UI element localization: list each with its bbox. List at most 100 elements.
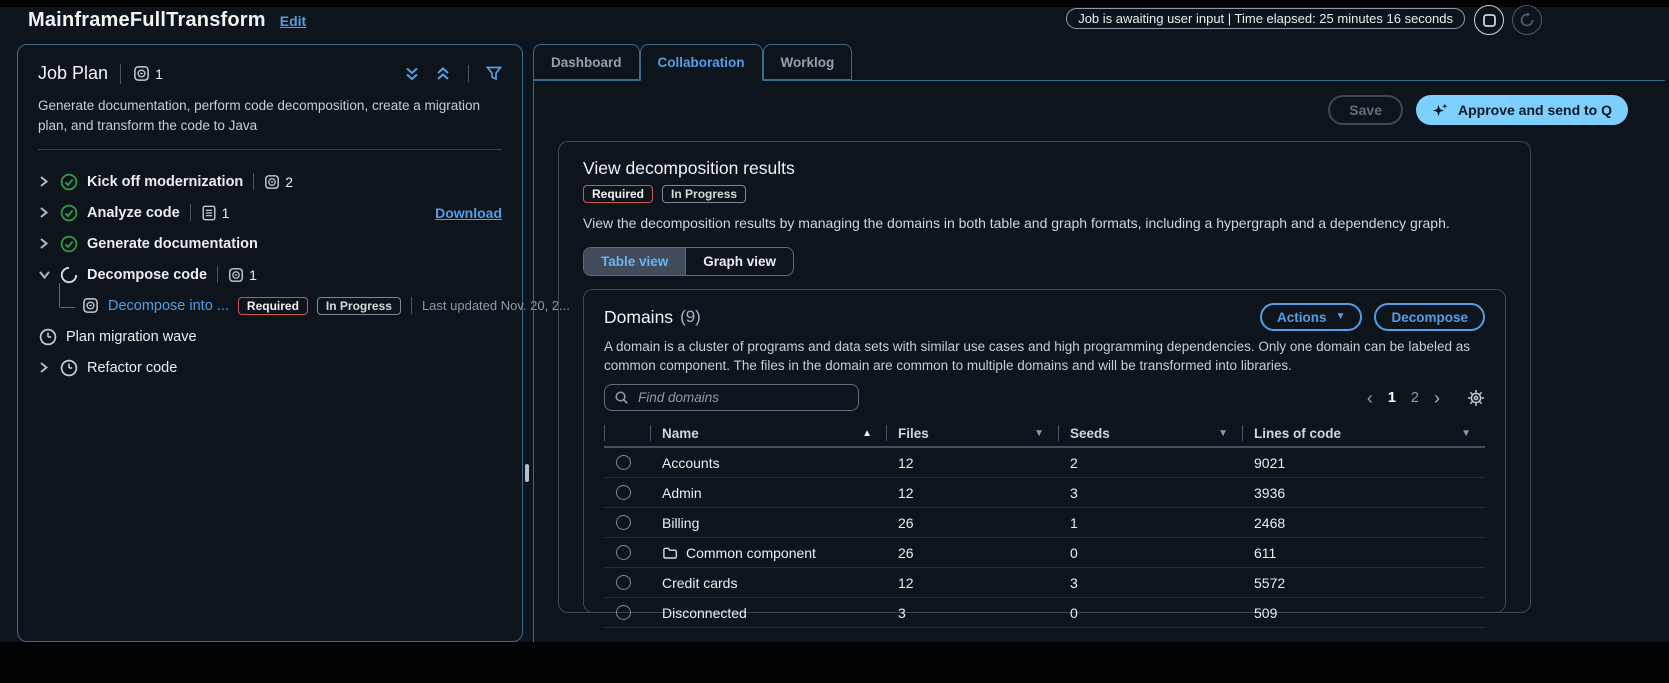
caret-down-icon: ▼ (1335, 311, 1346, 322)
column-header-seeds[interactable]: Seeds ▼ (1058, 420, 1242, 446)
next-page-icon[interactable]: › (1434, 389, 1440, 407)
page-title: MainframeFullTransform (28, 9, 266, 31)
subitem-link[interactable]: Decompose into ... (108, 298, 229, 314)
decompose-button[interactable]: Decompose (1374, 303, 1485, 331)
column-header-lines-of-code[interactable]: Lines of code ▼ (1242, 420, 1485, 446)
search-box (604, 384, 859, 412)
table-preferences-gear-icon[interactable] (1467, 389, 1485, 407)
save-button[interactable]: Save (1328, 95, 1403, 125)
tree-item-analyze-code[interactable]: Analyze code 1 Download (38, 197, 502, 228)
column-label: Lines of code (1254, 425, 1342, 441)
filter-icon[interactable] (486, 66, 502, 81)
divider (189, 204, 191, 222)
page-number-1[interactable]: 1 (1388, 390, 1396, 406)
stop-job-button[interactable] (1474, 5, 1504, 35)
tab-dashboard[interactable]: Dashboard (533, 44, 640, 80)
domain-name[interactable]: Disconnected (650, 605, 886, 621)
tree-item-kick-off-modernization[interactable]: Kick off modernization 2 (38, 166, 502, 197)
download-link[interactable]: Download (435, 205, 502, 221)
graph-view-toggle[interactable]: Graph view (685, 248, 793, 275)
seeds-value: 0 (1070, 604, 1078, 621)
job-plan-tree: Kick off modernization 2 Analyze code 1 … (38, 166, 570, 383)
pagination: ‹ 1 2 › (1367, 389, 1485, 407)
domain-name[interactable]: Credit cards (650, 575, 886, 591)
domain-name[interactable]: Admin (650, 485, 886, 501)
in-progress-spinner-icon (60, 266, 78, 284)
decomposition-results-panel: View decomposition results Required In P… (558, 141, 1531, 629)
page-number-2[interactable]: 2 (1411, 390, 1419, 406)
pending-clock-icon (39, 328, 57, 346)
panel-resize-handle[interactable] (525, 464, 529, 482)
tab-worklog[interactable]: Worklog (762, 44, 853, 80)
tree-item-label: Generate documentation (87, 235, 258, 252)
table-row-billing: Billing 26 1 2468 (604, 508, 1485, 539)
table-view-toggle[interactable]: Table view (584, 248, 686, 275)
seeds-value: 1 (1070, 514, 1078, 531)
search-icon (614, 390, 629, 405)
chevron-right-icon[interactable] (38, 361, 60, 374)
table-header-row: Name ▲ Files ▼ Seeds ▼ Lines of code ▼ (604, 420, 1485, 449)
job-plan-title: Job Plan (38, 63, 109, 83)
row-radio-button[interactable] (616, 575, 631, 591)
chevron-down-icon[interactable] (38, 269, 60, 280)
domain-name-with-icon[interactable]: Common component (650, 545, 886, 561)
row-radio-button[interactable] (616, 515, 631, 531)
success-check-icon (60, 235, 78, 253)
sort-caret-icon[interactable]: ▼ (1034, 428, 1044, 439)
row-radio-button[interactable] (616, 605, 631, 621)
job-plan-header: Job Plan 1 (38, 63, 502, 84)
lines-of-code-value: 611 (1254, 544, 1277, 561)
chevron-right-icon[interactable] (38, 206, 60, 219)
stop-icon (1482, 13, 1496, 27)
seeds-value: 3 (1070, 484, 1078, 501)
tree-item-label: Decompose code (87, 266, 208, 283)
refresh-button[interactable] (1512, 5, 1542, 35)
job-plan-toolbar (404, 65, 502, 82)
files-value: 12 (898, 484, 914, 501)
lines-of-code-value: 9021 (1254, 454, 1286, 471)
expand-all-icon[interactable] (404, 66, 420, 82)
table-row-accounts: Accounts 12 2 9021 (604, 448, 1485, 479)
pending-clock-icon (60, 359, 78, 377)
divider (120, 63, 122, 84)
tree-subitem-decompose-into[interactable]: Decompose into ... Required In Progress … (38, 283, 570, 321)
chevron-right-icon[interactable] (38, 175, 60, 188)
seeds-value: 3 (1070, 574, 1078, 591)
tab-collaboration[interactable]: Collaboration (639, 44, 763, 81)
tree-item-label: Refactor code (87, 359, 178, 376)
chevron-right-icon[interactable] (38, 237, 60, 250)
refresh-icon (1519, 12, 1535, 28)
collapse-all-icon[interactable] (435, 66, 451, 82)
lines-of-code-value: 5572 (1254, 574, 1286, 591)
tree-item-plan-migration-wave[interactable]: Plan migration wave (38, 321, 502, 352)
success-check-icon (60, 204, 78, 222)
sort-caret-icon[interactable]: ▼ (1461, 428, 1471, 439)
tree-item-decompose-code[interactable]: Decompose code 1 (38, 259, 502, 290)
divider (468, 65, 469, 82)
row-radio-button[interactable] (616, 455, 631, 471)
domain-name[interactable]: Accounts (650, 455, 886, 471)
seeds-value: 2 (1070, 454, 1078, 471)
edit-link[interactable]: Edit (280, 13, 306, 29)
domains-actions: Actions ▼ Decompose (1260, 303, 1485, 331)
actions-dropdown-button[interactable]: Actions ▼ (1260, 303, 1363, 331)
find-domains-input[interactable] (636, 389, 849, 407)
row-radio-button[interactable] (616, 545, 631, 561)
previous-page-icon[interactable]: ‹ (1367, 389, 1373, 407)
tree-item-generate-documentation[interactable]: Generate documentation (38, 228, 502, 259)
column-header-name[interactable]: Name ▲ (650, 420, 886, 446)
domain-name[interactable]: Billing (650, 515, 886, 531)
in-progress-badge: In Progress (316, 296, 401, 315)
tab-bar: Dashboard Collaboration Worklog (533, 44, 853, 81)
sort-caret-icon[interactable]: ▼ (1218, 428, 1228, 439)
results-title: View decomposition results (583, 158, 795, 178)
approve-and-send-button[interactable]: Approve and send to Q (1415, 95, 1628, 125)
divider (410, 297, 412, 315)
steps-icon (82, 297, 99, 314)
job-status-badge: Job is awaiting user input | Time elapse… (1066, 8, 1465, 29)
sort-ascending-icon[interactable]: ▲ (862, 428, 872, 439)
lines-of-code-value: 2468 (1254, 514, 1286, 531)
column-header-files[interactable]: Files ▼ (886, 420, 1058, 446)
row-radio-button[interactable] (616, 485, 631, 501)
tree-item-refactor-code[interactable]: Refactor code (38, 352, 502, 383)
